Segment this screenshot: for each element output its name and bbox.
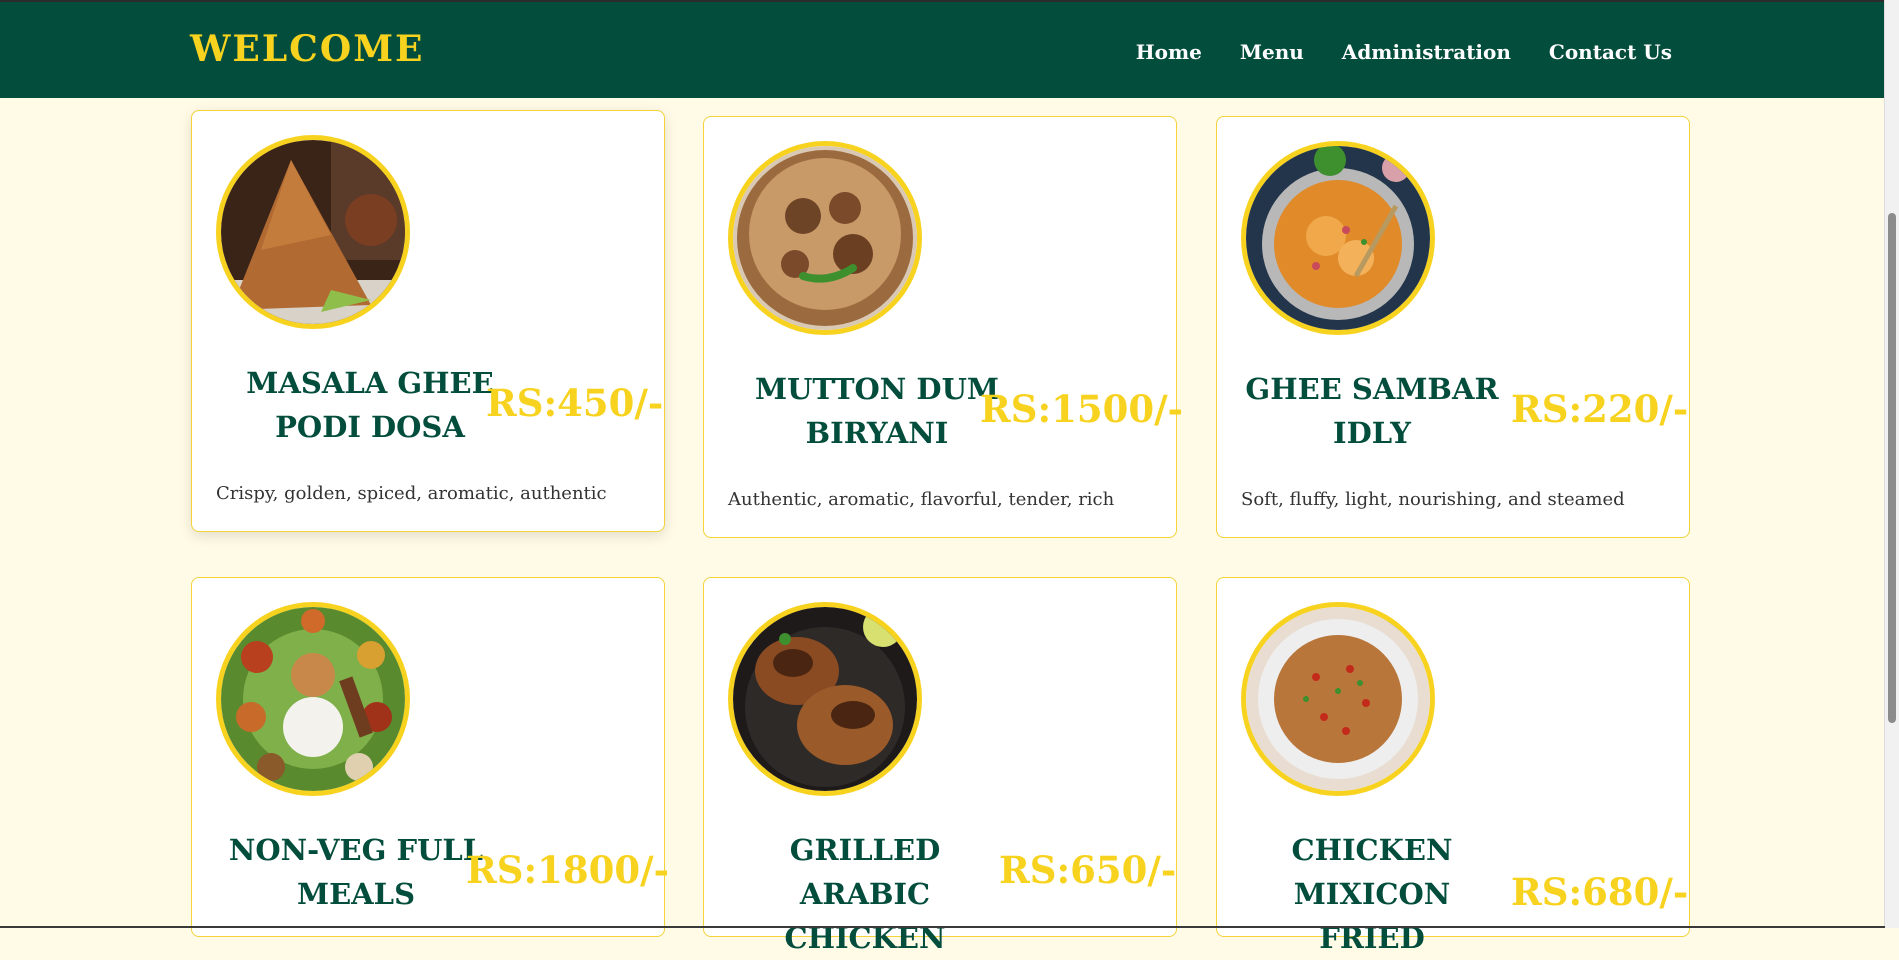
dish-description: Soft, fluffy, light, nourishing, and ste… xyxy=(1241,489,1625,510)
menu-card[interactable]: MASALA GHEE PODI DOSA RS:450/- Crispy, g… xyxy=(191,110,665,532)
dosa-image xyxy=(216,135,410,329)
fried-rice-image xyxy=(1241,602,1435,796)
dish-name: MASALA GHEE PODI DOSA xyxy=(246,366,494,444)
menu-card[interactable]: CHICKEN MIXICON FRIED RS:680/- xyxy=(1216,577,1690,955)
page-scrollbar[interactable] xyxy=(1884,0,1899,928)
brand-title: WELCOME xyxy=(190,28,425,70)
menu-card[interactable]: GHEE SAMBAR IDLY RS:220/- Soft, fluffy, … xyxy=(1216,116,1690,538)
meals-image xyxy=(216,602,410,796)
dish-price: RS:680/- xyxy=(1511,870,1689,914)
dish-description: Crispy, golden, spiced, aromatic, authen… xyxy=(216,483,607,504)
dish-price: RS:220/- xyxy=(1511,387,1689,431)
nav-menu-link[interactable]: Menu xyxy=(1240,40,1304,64)
scrollbar-thumb[interactable] xyxy=(1888,213,1896,723)
nav-home-link[interactable]: Home xyxy=(1136,40,1202,64)
site-header: WELCOME Home Menu Administration Contact… xyxy=(0,2,1885,98)
dish-description: Authentic, aromatic, flavorful, tender, … xyxy=(728,489,1115,510)
dish-price: RS:1800/- xyxy=(466,848,669,892)
dish-name: GRILLED ARABIC CHICKEN xyxy=(784,833,946,955)
idly-image xyxy=(1241,141,1435,335)
nav-administration-link[interactable]: Administration xyxy=(1342,40,1511,64)
dish-price: RS:450/- xyxy=(486,381,664,425)
dish-name: NON-VEG FULL MEALS xyxy=(228,833,484,911)
main-nav: Home Menu Administration Contact Us xyxy=(1136,40,1672,64)
menu-card[interactable]: NON-VEG FULL MEALS RS:1800/- xyxy=(191,577,669,937)
dish-price: RS:650/- xyxy=(999,848,1177,892)
menu-card[interactable]: MUTTON DUM BIRYANI RS:1500/- Authentic, … xyxy=(703,116,1183,538)
menu-card[interactable]: GRILLED ARABIC CHICKEN RS:650/- xyxy=(703,577,1177,955)
biryani-image xyxy=(728,141,922,335)
dish-name: GHEE SAMBAR IDLY xyxy=(1245,372,1499,450)
dish-price: RS:1500/- xyxy=(980,387,1183,431)
dish-name: CHICKEN MIXICON FRIED xyxy=(1291,833,1453,955)
nav-contact-link[interactable]: Contact Us xyxy=(1549,40,1672,64)
chicken-image xyxy=(728,602,922,796)
